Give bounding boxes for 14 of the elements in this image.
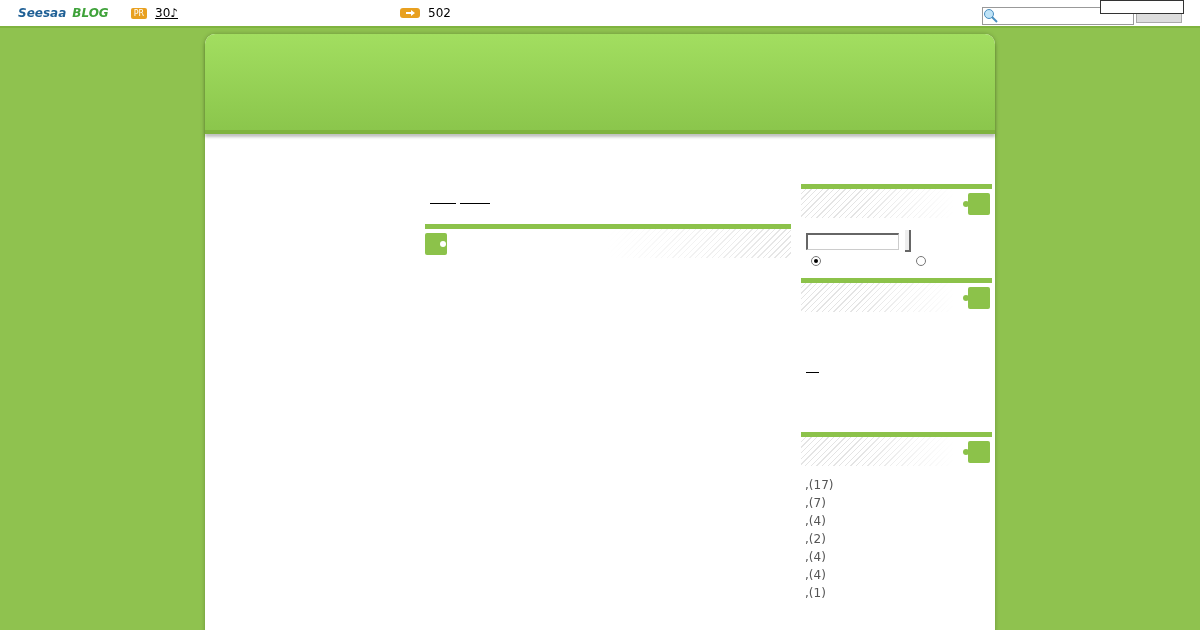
category-link[interactable]: ,(7) (805, 494, 988, 512)
logo[interactable]: Seesaa (18, 6, 67, 20)
search-field[interactable] (982, 7, 1134, 25)
category-link[interactable]: ,(17) (805, 476, 988, 494)
category-link[interactable]: ,(4) (805, 548, 988, 566)
search-icon (983, 8, 999, 24)
pr-link[interactable]: 30♪ (155, 6, 190, 20)
category-link[interactable]: ,(1) (805, 584, 988, 602)
category-link[interactable]: ,(4) (805, 566, 988, 584)
search-input[interactable] (806, 232, 899, 250)
count: 502 (428, 6, 451, 20)
category-link[interactable]: ,(4) (805, 512, 988, 530)
pr-badge: PR (130, 7, 148, 19)
category-link[interactable]: ,(2) (805, 530, 988, 548)
